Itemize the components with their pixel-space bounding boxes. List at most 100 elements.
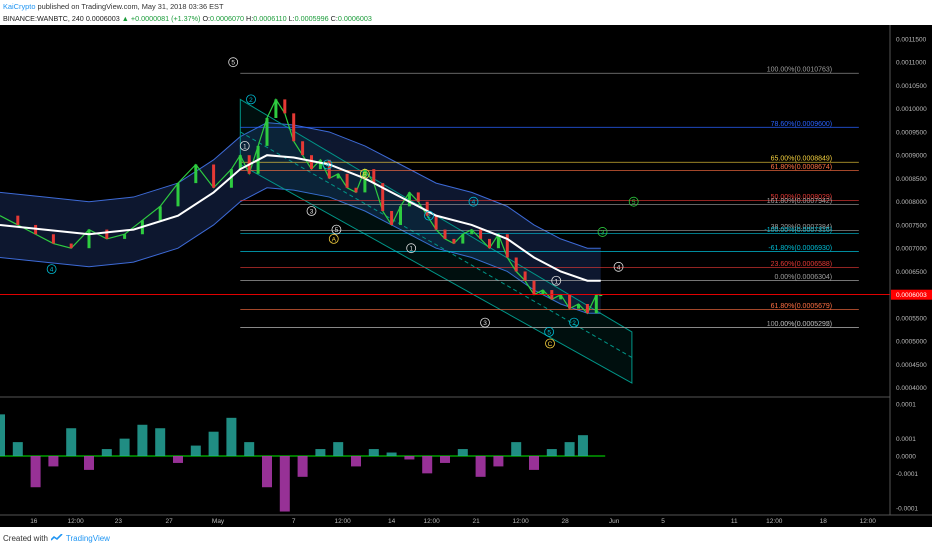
- oscillator-bar: [173, 456, 183, 463]
- candle[interactable]: [292, 113, 296, 142]
- candle[interactable]: [594, 294, 598, 314]
- created-with: Created with: [3, 534, 48, 543]
- candle[interactable]: [87, 229, 91, 249]
- candle[interactable]: [488, 238, 491, 249]
- fib-level-label: 100.00%(0.0005292): [767, 321, 832, 328]
- oscillator-bar: [84, 456, 94, 470]
- oscillator-bar: [48, 456, 59, 467]
- candle[interactable]: [461, 234, 465, 244]
- price-chart[interactable]: 100.00%(0.0010763) 78.60%(0.0009600) 65.00…: [0, 25, 932, 527]
- footer: Created with TradingView: [0, 527, 932, 550]
- candle[interactable]: [16, 215, 20, 225]
- oscillator-bar: [279, 456, 290, 512]
- candle[interactable]: [69, 243, 73, 249]
- wave-label: 4: [472, 199, 476, 206]
- price-tick-label: 0.0007500: [896, 222, 927, 229]
- time-tick-label: 16: [30, 518, 38, 525]
- price-tick-label: 0.0004500: [896, 362, 927, 369]
- candle[interactable]: [318, 159, 322, 170]
- oscillator-bar: [493, 456, 504, 467]
- oscillator-bar: [333, 442, 344, 456]
- candle[interactable]: [470, 229, 474, 235]
- author-link[interactable]: KaiCrypto: [3, 2, 35, 11]
- candle[interactable]: [354, 187, 358, 193]
- candle[interactable]: [51, 234, 55, 244]
- price-tick-label: 0.0006500: [896, 269, 927, 276]
- oscillator-bar: [404, 456, 415, 460]
- publish-info: KaiCrypto published on TradingView.com, …: [0, 0, 932, 13]
- oscillator-bar: [422, 456, 433, 474]
- candle[interactable]: [123, 234, 127, 239]
- candle[interactable]: [443, 229, 447, 239]
- oscillator-bar: [351, 456, 361, 467]
- open-value: 0.0006070: [210, 14, 245, 23]
- time-tick-label: 28: [562, 518, 570, 525]
- candle[interactable]: [479, 229, 483, 239]
- time-tick-label: 12:00: [766, 518, 783, 525]
- candle[interactable]: [390, 211, 394, 225]
- candle[interactable]: [399, 206, 402, 225]
- price-tick-label: 0.0006003: [896, 292, 927, 299]
- price-tick-label: 0.0004000: [896, 385, 927, 392]
- time-tick-label: 18: [820, 518, 828, 525]
- candle[interactable]: [434, 215, 438, 230]
- oscillator-bar: [475, 456, 486, 477]
- candle[interactable]: [283, 99, 287, 114]
- candle[interactable]: [238, 155, 242, 170]
- fib-level-label: 161.80%(0.0007942): [767, 198, 832, 205]
- price-tick-label: 0.0005000: [896, 339, 927, 346]
- candle[interactable]: [212, 164, 216, 188]
- candle[interactable]: [407, 192, 411, 207]
- candle[interactable]: [105, 229, 109, 239]
- candle[interactable]: [532, 280, 536, 295]
- candle[interactable]: [176, 183, 180, 207]
- price-tick-label: 0.0008000: [896, 199, 927, 206]
- candle[interactable]: [568, 294, 572, 309]
- oscillator-bar: [101, 449, 112, 456]
- oscillator-tick-label: -0.0001: [896, 471, 918, 478]
- high-value: 0.0006110: [253, 14, 287, 23]
- candle[interactable]: [158, 206, 162, 221]
- oscillator-bar: [66, 428, 77, 456]
- wave-label: 2: [572, 320, 576, 327]
- candle[interactable]: [301, 141, 305, 156]
- time-tick-label: 12:00: [424, 518, 441, 525]
- oscillator-bar: [368, 449, 379, 456]
- tradingview-brand[interactable]: TradingView: [66, 534, 110, 543]
- time-tick-label: 12:00: [335, 518, 352, 525]
- fib-level-label: -100.00%(0.0007316): [764, 227, 832, 234]
- price-tick-label: 0.0009500: [896, 129, 927, 136]
- price-tick-label: 0.0010500: [896, 83, 927, 90]
- oscillator-bar: [457, 449, 468, 456]
- candle[interactable]: [585, 304, 589, 314]
- price-tick-label: 0.0011500: [896, 36, 927, 43]
- fib-level-label: -61.80%(0.0006930): [768, 245, 832, 252]
- candle[interactable]: [194, 164, 198, 184]
- time-tick-label: 12:00: [513, 518, 530, 525]
- price-tick-label: 0.0009000: [896, 153, 927, 160]
- fib-level-label: 0.00%(0.0006304): [775, 274, 833, 281]
- time-tick-label: 27: [165, 518, 173, 525]
- wave-label: 4: [50, 267, 54, 274]
- time-tick-label: 11: [731, 518, 738, 525]
- candle[interactable]: [336, 173, 340, 179]
- oscillator-bar: [564, 442, 575, 456]
- candle[interactable]: [265, 118, 269, 146]
- time-tick-label: 23: [115, 518, 123, 525]
- candle[interactable]: [541, 290, 545, 295]
- candle[interactable]: [523, 271, 527, 281]
- candle[interactable]: [416, 192, 420, 202]
- oscillator-bar: [529, 456, 539, 470]
- candle[interactable]: [577, 304, 580, 309]
- candle[interactable]: [559, 294, 563, 300]
- candle[interactable]: [514, 257, 518, 272]
- oscillator-tick-label: 0.0001: [896, 401, 916, 408]
- candle[interactable]: [274, 99, 278, 118]
- symbol-name[interactable]: BINANCE:WANBTC, 240: [3, 14, 84, 23]
- wave-label: B: [363, 171, 367, 178]
- fib-level-label: 100.00%(0.0010763): [767, 67, 832, 74]
- oscillator-bar: [386, 452, 397, 456]
- candle[interactable]: [345, 173, 349, 188]
- candle[interactable]: [372, 169, 376, 184]
- candle[interactable]: [452, 238, 456, 244]
